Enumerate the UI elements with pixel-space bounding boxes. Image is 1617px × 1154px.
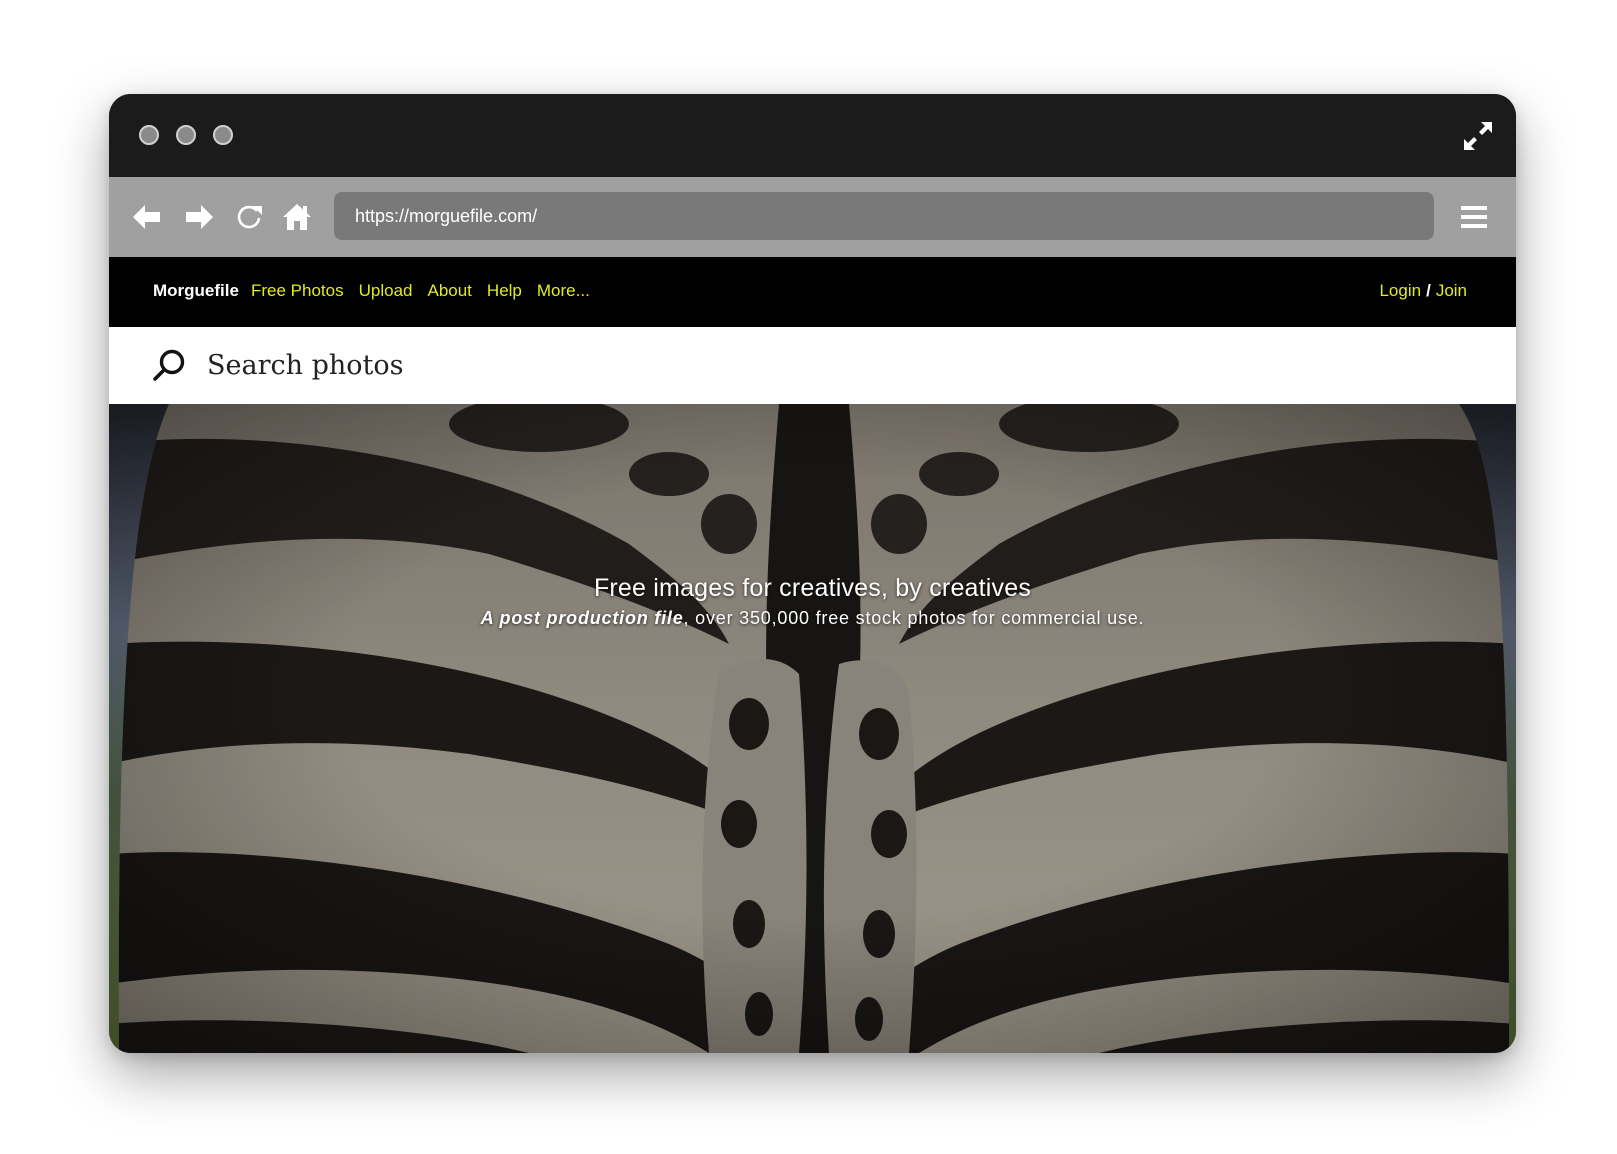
- hero-subtitle: A post production file, over 350,000 fre…: [109, 608, 1516, 629]
- nav-link-upload[interactable]: Upload: [359, 257, 413, 325]
- login-link[interactable]: Login: [1379, 281, 1421, 300]
- nav-links: Free Photos Upload About Help More...: [251, 257, 590, 325]
- hero-banner: Free images for creatives, by creatives …: [109, 404, 1516, 1053]
- nav-link-help[interactable]: Help: [487, 257, 522, 325]
- expand-icon[interactable]: [1462, 120, 1494, 152]
- window-close-dot[interactable]: [139, 125, 159, 145]
- window-titlebar: [109, 94, 1516, 177]
- join-link[interactable]: Join: [1436, 281, 1467, 300]
- hero-subtitle-emphasis: A post production file: [480, 608, 684, 628]
- home-icon[interactable]: [281, 201, 313, 233]
- forward-arrow-icon[interactable]: [183, 201, 215, 233]
- search-icon[interactable]: [152, 347, 188, 383]
- window-minimize-dot[interactable]: [176, 125, 196, 145]
- nav-link-about[interactable]: About: [427, 257, 471, 325]
- browser-toolbar: https://morguefile.com/: [109, 177, 1516, 257]
- reload-icon[interactable]: [233, 201, 265, 233]
- search-input[interactable]: [207, 337, 907, 393]
- nav-link-free-photos[interactable]: Free Photos: [251, 257, 344, 325]
- site-navbar: Morguefile Free Photos Upload About Help…: [109, 257, 1516, 327]
- window-zoom-dot[interactable]: [213, 125, 233, 145]
- nav-link-more[interactable]: More...: [537, 257, 590, 325]
- auth-separator: /: [1426, 281, 1431, 300]
- back-arrow-icon[interactable]: [131, 201, 163, 233]
- hero-title: Free images for creatives, by creatives: [593, 574, 1032, 602]
- auth-links: Login / Join: [1379, 257, 1467, 325]
- url-bar[interactable]: https://morguefile.com/: [334, 192, 1434, 240]
- hero-subtitle-text: , over 350,000 free stock photos for com…: [683, 608, 1145, 628]
- search-bar: [109, 327, 1516, 404]
- brand-link[interactable]: Morguefile: [153, 257, 239, 325]
- hamburger-menu-icon[interactable]: [1460, 201, 1488, 233]
- zebra-hero-image: [109, 404, 1516, 1053]
- browser-window: https://morguefile.com/ Morguefile Free …: [109, 94, 1516, 1053]
